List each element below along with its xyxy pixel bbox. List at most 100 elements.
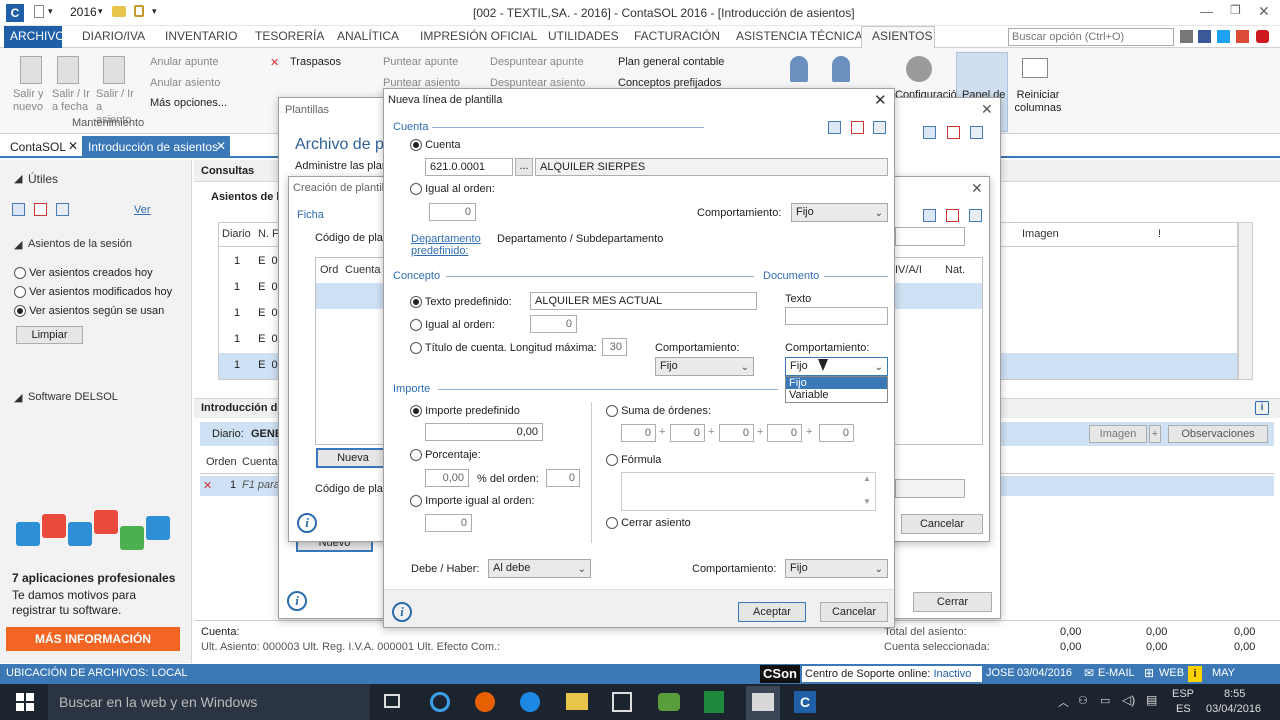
radio-segun[interactable] [14, 305, 26, 318]
cerrar-asiento-option[interactable]: Cerrar asiento [606, 517, 691, 530]
creacion-cancelar-button[interactable]: Cancelar [901, 514, 983, 534]
plantillas-close-button[interactable]: ✕ [981, 101, 993, 118]
traspasos-button[interactable]: Traspasos [290, 56, 341, 68]
limpiar-button[interactable]: Limpiar [16, 326, 83, 344]
creacion-info-icon[interactable]: i [297, 513, 317, 533]
cuenta-radio-option[interactable]: Cuenta [410, 139, 461, 152]
comp-concepto-select[interactable]: Fijo ⌄ [655, 357, 754, 376]
dialog-grid-icon[interactable] [873, 121, 886, 134]
user2-icon[interactable] [832, 56, 850, 82]
importe-pred-field[interactable]: 0,00 [425, 423, 543, 441]
dialog-info-icon[interactable]: i [392, 602, 412, 622]
texto-doc-field[interactable] [785, 307, 888, 325]
edge-icon[interactable] [430, 692, 450, 712]
tray-volume-icon[interactable]: ◁) [1122, 693, 1135, 707]
tray-lang[interactable]: ESP [1172, 688, 1194, 700]
gear-icon[interactable] [906, 56, 932, 82]
minimize-button[interactable]: — [1200, 4, 1213, 19]
longitud-field[interactable]: 30 [602, 338, 627, 356]
puntear-apunte-button[interactable]: Puntear apunte [383, 56, 458, 68]
stats-icon[interactable] [1180, 30, 1193, 43]
importe-pred-radio[interactable] [410, 405, 422, 418]
store-icon[interactable] [612, 692, 632, 712]
mas-opciones-button[interactable]: Más opciones... [150, 97, 227, 109]
menu-asientos[interactable]: ASIENTOS [872, 29, 932, 43]
table-row[interactable]: 1E0 [234, 281, 278, 293]
tab-introduccion-asientos[interactable]: Introducción de asientos [88, 140, 218, 154]
opt-creados[interactable]: Ver asientos creados hoy [14, 267, 153, 280]
titulo-cuenta-option[interactable]: Título de cuenta. Longitud máxima: [410, 342, 597, 355]
cuenta-radio[interactable] [410, 139, 422, 152]
soporte-box[interactable]: Centro de Soporte online: Inactivo [802, 666, 982, 682]
mas-informacion-button[interactable]: MÁS INFORMACIÓN [6, 627, 180, 651]
menu-tesoreria[interactable]: TESORERÍA [255, 29, 324, 43]
porcentaje-field[interactable]: 0,00 [425, 469, 469, 487]
contasol-taskbar-icon[interactable]: C [794, 691, 816, 713]
table-row[interactable]: 1E0 [234, 307, 278, 319]
opt-modificados[interactable]: Ver asientos modificados hoy [14, 286, 172, 299]
igual-orden2-option[interactable]: Igual al orden: [410, 319, 495, 332]
formula-option[interactable]: Fórmula [606, 454, 661, 467]
suma-radio[interactable] [606, 405, 618, 418]
del-orden-field[interactable]: 0 [546, 469, 580, 487]
year-selector[interactable]: 2016 [70, 5, 97, 19]
checklist-icon[interactable] [34, 203, 47, 216]
new-file-icon[interactable] [34, 5, 44, 18]
radio-modificados[interactable] [14, 286, 26, 299]
dialog-calendar-icon[interactable] [828, 121, 841, 134]
suma-field-3[interactable]: 0 [719, 424, 754, 442]
aceptar-button[interactable]: Aceptar [738, 602, 806, 622]
igual-orden2-radio[interactable] [410, 319, 422, 332]
importe-igual-option[interactable]: Importe igual al orden: [410, 495, 535, 508]
observaciones-button[interactable]: Observaciones [1168, 425, 1268, 443]
tray-date[interactable]: 03/04/2016 [1206, 703, 1261, 715]
dropdown-option-fijo[interactable]: Fijo [786, 377, 887, 389]
grid-scrollbar[interactable] [1238, 222, 1253, 380]
plantillas-calendar-icon[interactable] [923, 126, 936, 139]
grid-icon[interactable] [56, 203, 69, 216]
menu-facturacion[interactable]: FACTURACIÓN [634, 29, 720, 43]
igual-orden2-field[interactable]: 0 [530, 315, 577, 333]
tab-contasol[interactable]: ContaSOL [10, 140, 66, 154]
creacion-codigo2-field[interactable] [895, 479, 965, 498]
info-badge-icon[interactable]: i [1188, 666, 1202, 682]
sheets-app-icon[interactable] [704, 691, 724, 713]
creacion-calendar-icon[interactable] [923, 209, 936, 222]
dropdown-arrow-icon[interactable]: ▾ [48, 6, 53, 17]
plantillas-grid-icon[interactable] [970, 126, 983, 139]
dialog-check-icon[interactable] [851, 121, 864, 134]
texto-pred-option[interactable]: Texto predefinido: [410, 296, 512, 309]
task-view-icon[interactable] [384, 694, 400, 708]
formula-radio[interactable] [606, 454, 618, 467]
salir-nuevo-button[interactable]: Salir y nuevo [13, 88, 49, 114]
suma-field-2[interactable]: 0 [670, 424, 705, 442]
salir-fecha-button[interactable]: Salir / Ir a fecha [52, 88, 92, 114]
file-explorer-icon[interactable] [566, 693, 588, 710]
folder-icon[interactable] [112, 6, 126, 17]
table-row[interactable]: 1E0 [234, 255, 278, 267]
formula-textarea[interactable] [621, 472, 876, 511]
tray-time[interactable]: 8:55 [1224, 688, 1245, 700]
dropdown-option-variable[interactable]: Variable [786, 389, 887, 401]
porcentaje-option[interactable]: Porcentaje: [410, 449, 481, 462]
web-link[interactable]: WEB [1159, 667, 1184, 679]
anular-asiento-button[interactable]: Anular asiento [150, 77, 220, 89]
tab-introduccion-close-icon[interactable]: ✕ [216, 139, 226, 153]
cson-logo[interactable]: CSon [760, 665, 800, 683]
cerrar-asiento-radio[interactable] [606, 517, 618, 530]
formula-scroll-down-icon[interactable]: ▼ [863, 497, 871, 506]
utiles-collapse-icon[interactable]: ◢ [14, 172, 22, 185]
tab-contasol-close-icon[interactable]: ✕ [68, 139, 78, 153]
table-row[interactable]: 1E0 [234, 333, 278, 345]
email-link[interactable]: E-MAIL [1098, 667, 1135, 679]
imagen-add-button[interactable]: + [1149, 425, 1161, 443]
sesion-collapse-icon[interactable]: ◢ [14, 238, 22, 251]
windows-start-icon[interactable] [16, 693, 34, 711]
menu-analitica[interactable]: ANALÍTICA [337, 29, 399, 43]
row-hint[interactable]: F1 para [242, 479, 280, 491]
comp-bottom-select[interactable]: Fijo ⌄ [785, 559, 888, 578]
menu-impresion-oficial[interactable]: IMPRESIÓN OFICIAL [420, 29, 537, 43]
texto-pred-field[interactable]: ALQUILER MES ACTUAL [530, 292, 757, 310]
tray-people-icon[interactable]: ⚇ [1078, 694, 1088, 707]
firefox-icon[interactable] [475, 692, 495, 712]
